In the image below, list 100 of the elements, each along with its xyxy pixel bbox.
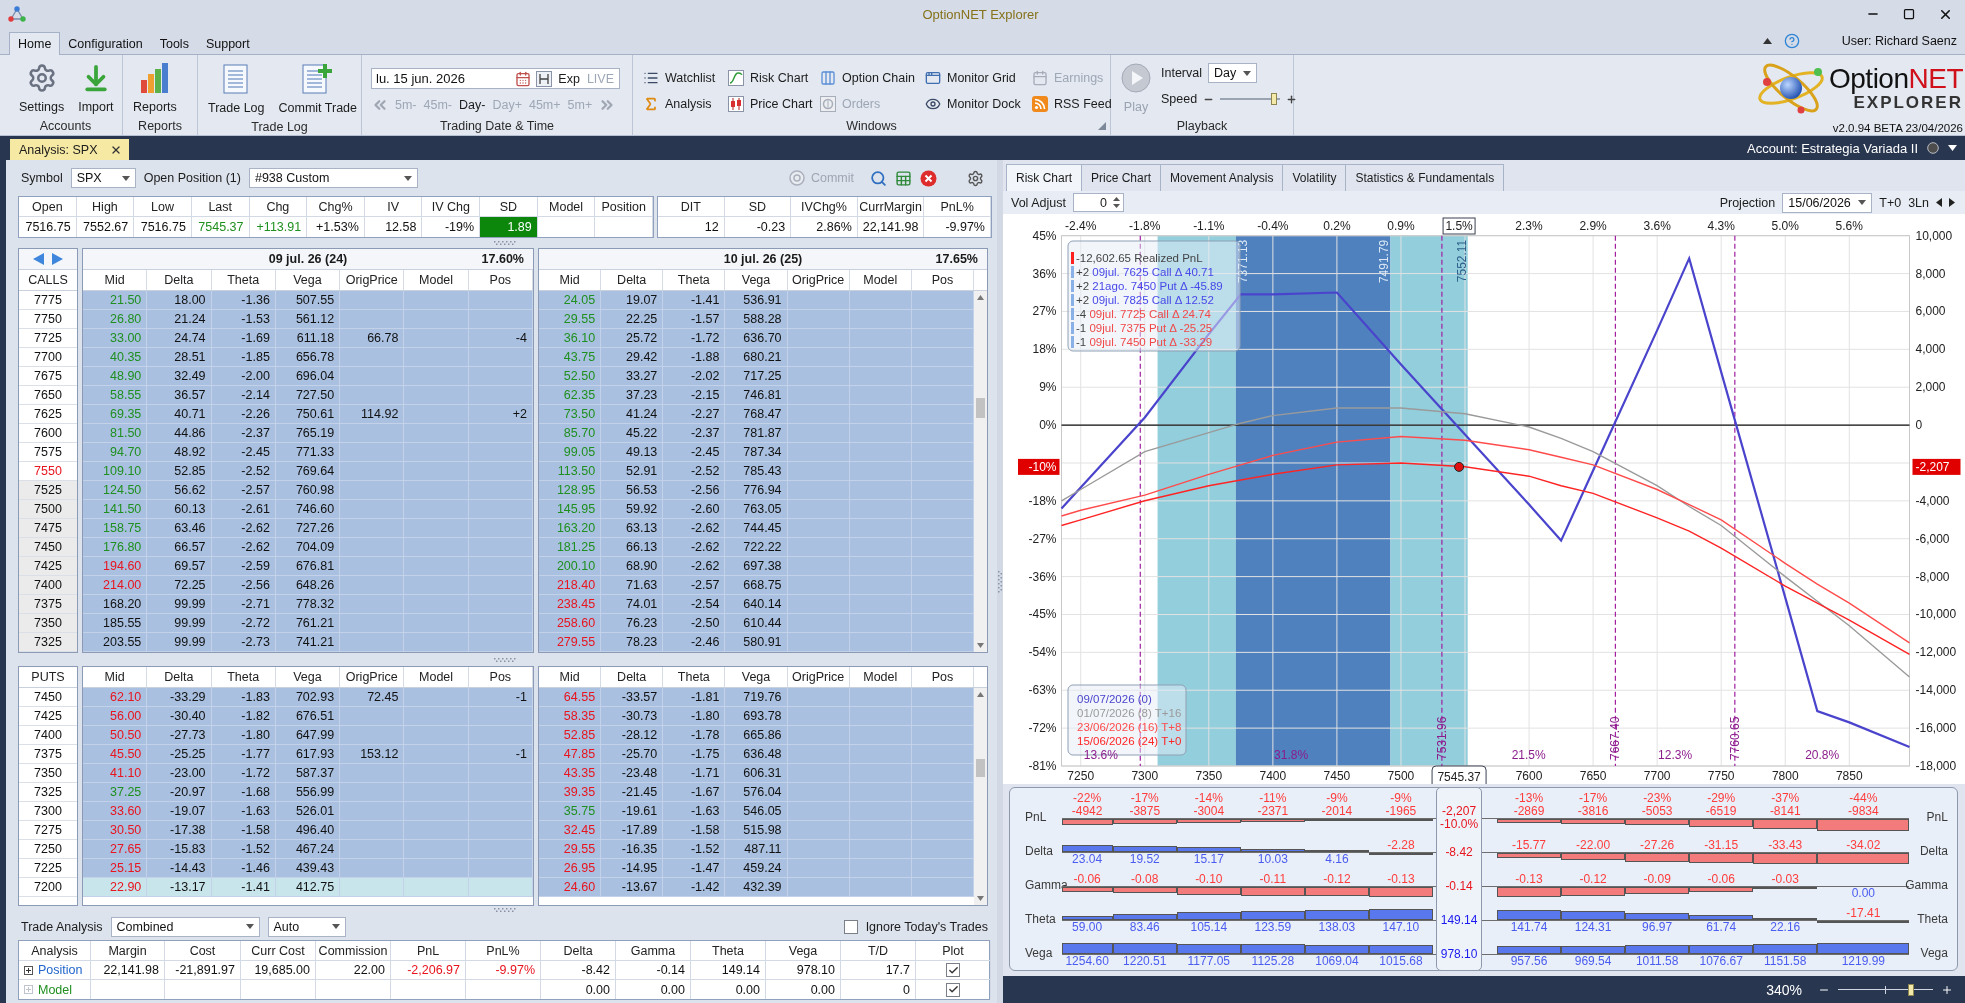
- strike-cell[interactable]: 7375: [19, 595, 77, 614]
- strike-cell[interactable]: 7400: [19, 576, 77, 595]
- ribbon-tab[interactable]: Tools: [150, 32, 198, 55]
- option-row[interactable]: 279.55 78.23 -2.46 580.91: [539, 633, 974, 652]
- chart-tab[interactable]: Risk Chart: [1006, 164, 1082, 191]
- scrollbar-thumb[interactable]: [976, 759, 985, 777]
- option-row[interactable]: 238.45 74.01 -2.54 640.14: [539, 595, 974, 614]
- candlestick-icon[interactable]: [728, 96, 744, 112]
- window-button[interactable]: RSS Feed: [1030, 94, 1114, 114]
- chart-tab[interactable]: Statistics & Fundamentals: [1345, 164, 1505, 191]
- date-field[interactable]: lu. 15 jun. 2026: [376, 71, 511, 86]
- option-row[interactable]: 36.10 25.72 -1.72 636.70: [539, 329, 974, 348]
- dropdown[interactable]: #938 Custom: [248, 168, 418, 188]
- option-row[interactable]: 45.50 -25.25 -1.77 617.93 153.12 -1: [83, 745, 533, 764]
- option-row[interactable]: 124.50 56.62 -2.57 760.98: [83, 481, 533, 500]
- option-row[interactable]: 85.70 45.22 -2.37 781.87: [539, 424, 974, 443]
- model-link[interactable]: Model: [38, 982, 73, 997]
- scrollbar-thumb[interactable]: [976, 398, 985, 418]
- checkbox[interactable]: [946, 963, 960, 977]
- sigma-icon[interactable]: [643, 96, 659, 112]
- window-button[interactable]: Analysis: [641, 94, 714, 114]
- option-row[interactable]: 33.00 24.74 -1.69 611.18 66.78 -4: [83, 329, 533, 348]
- ribbon-tab[interactable]: Support: [196, 32, 259, 55]
- option-row[interactable]: 29.55 22.25 -1.57 588.28: [539, 310, 974, 329]
- ribbon-tab[interactable]: Configuration: [59, 32, 152, 55]
- option-row[interactable]: 99.05 49.13 -2.45 787.34: [539, 443, 974, 462]
- option-row[interactable]: 43.35 -23.48 -1.71 606.31: [539, 764, 974, 783]
- list-icon[interactable]: [643, 70, 659, 86]
- option-row[interactable]: 56.00 -30.40 -1.82 676.51: [83, 707, 533, 726]
- option-row[interactable]: 32.45 -17.89 -1.58 515.98: [539, 821, 974, 840]
- strike-cell[interactable]: 7425: [19, 557, 77, 576]
- document-tab[interactable]: Analysis: SPX: [10, 139, 129, 160]
- ribbon-button[interactable]: Reports: [129, 60, 181, 117]
- option-row[interactable]: 200.10 68.90 -2.62 697.38: [539, 557, 974, 576]
- option-row[interactable]: 24.60 -13.67 -1.42 432.39: [539, 878, 974, 897]
- option-row[interactable]: 181.25 66.13 -2.62 722.22: [539, 538, 974, 557]
- option-row[interactable]: 30.50 -17.38 -1.58 496.40: [83, 821, 533, 840]
- option-row[interactable]: 64.55 -33.57 -1.81 719.76: [539, 688, 974, 707]
- checkbox[interactable]: [946, 982, 960, 997]
- option-row[interactable]: 168.20 99.99 -2.71 778.32: [83, 595, 533, 614]
- option-row[interactable]: 39.35 -21.45 -1.67 576.04: [539, 783, 974, 802]
- spin-down-icon[interactable]: [1112, 204, 1120, 208]
- option-row[interactable]: 214.00 72.25 -2.56 648.26: [83, 576, 533, 595]
- slider-thumb[interactable]: [1271, 93, 1278, 105]
- exp-button[interactable]: Exp: [557, 71, 581, 86]
- search-icon[interactable]: [870, 169, 887, 187]
- caret-down-icon[interactable]: [1948, 145, 1957, 151]
- option-row[interactable]: 145.95 59.92 -2.60 763.05: [539, 500, 974, 519]
- scroll-up-icon[interactable]: [977, 295, 984, 300]
- checkbox[interactable]: [843, 919, 858, 934]
- option-row[interactable]: 40.35 28.51 -1.85 656.78: [83, 348, 533, 367]
- window-button[interactable]: Option Chain: [818, 68, 917, 88]
- ribbon-button[interactable]: Trade Log: [204, 60, 269, 118]
- position-link[interactable]: Position: [38, 963, 83, 977]
- option-row[interactable]: 26.95 -14.95 -1.47 459.24: [539, 859, 974, 878]
- option-row[interactable]: 176.80 66.57 -2.62 704.09: [83, 538, 533, 557]
- scroll-down-icon[interactable]: [977, 896, 984, 901]
- columns-icon[interactable]: [820, 70, 836, 86]
- dropdown[interactable]: Day: [1208, 63, 1257, 83]
- dropdown[interactable]: Auto: [267, 916, 346, 937]
- option-row[interactable]: 81.50 44.86 -2.37 765.19: [83, 424, 533, 443]
- strike-cell[interactable]: 7525: [19, 481, 77, 500]
- option-row[interactable]: 113.50 52.91 -2.52 785.43: [539, 462, 974, 481]
- split-square-icon[interactable]: [536, 70, 553, 87]
- ribbon-button[interactable]: Commit Trade: [274, 60, 362, 118]
- splitter-grip-icon[interactable]: [494, 241, 516, 245]
- option-row[interactable]: 58.35 -30.73 -1.80 693.78: [539, 707, 974, 726]
- strike-cell[interactable]: 7350: [19, 614, 77, 633]
- option-row[interactable]: 185.55 99.99 -2.72 761.21: [83, 614, 533, 633]
- calendar-icon[interactable]: [515, 70, 532, 87]
- scroll-down-icon[interactable]: [977, 643, 984, 648]
- scrollbar[interactable]: [974, 291, 987, 652]
- option-row[interactable]: 62.10 -33.29 -1.83 702.93 72.45 -1: [83, 688, 533, 707]
- scroll-up-icon[interactable]: [977, 692, 984, 697]
- help-icon[interactable]: [1783, 33, 1800, 49]
- next-arrow-icon[interactable]: [1949, 198, 1955, 207]
- ribbon-tab[interactable]: Home: [9, 32, 61, 55]
- option-row[interactable]: 109.10 52.85 -2.52 769.64: [83, 462, 533, 481]
- option-row[interactable]: 21.50 18.00 -1.36 507.55: [83, 291, 533, 310]
- scrollbar[interactable]: [974, 688, 987, 905]
- strike-cell[interactable]: 7450: [19, 538, 77, 557]
- option-row[interactable]: 218.40 71.63 -2.57 668.75: [539, 576, 974, 595]
- option-row[interactable]: 50.50 -27.73 -1.80 647.99: [83, 726, 533, 745]
- option-row[interactable]: 33.60 -19.07 -1.63 526.01: [83, 802, 533, 821]
- option-row[interactable]: 62.35 37.23 -2.15 746.81: [539, 386, 974, 405]
- plus-icon[interactable]: [1286, 93, 1298, 105]
- expand-icon[interactable]: [24, 965, 33, 975]
- number-spinner[interactable]: 0: [1072, 193, 1124, 212]
- corner-arrow-icon[interactable]: [1098, 121, 1106, 130]
- option-row[interactable]: 48.90 32.49 -2.00 696.04: [83, 367, 533, 386]
- option-row[interactable]: 69.35 40.71 -2.26 750.61 114.92 +2: [83, 405, 533, 424]
- option-row[interactable]: 158.75 63.46 -2.62 727.26: [83, 519, 533, 538]
- step-button[interactable]: Day-: [458, 98, 487, 112]
- curve-chart-icon[interactable]: [728, 70, 744, 86]
- caret-up-icon[interactable]: [1762, 38, 1772, 44]
- window-button[interactable]: Watchlist: [641, 68, 718, 88]
- option-row[interactable]: 163.20 63.13 -2.62 744.45: [539, 519, 974, 538]
- maximize-icon[interactable]: [1903, 8, 1915, 20]
- spreadsheet-icon[interactable]: [895, 169, 912, 187]
- slider-thumb[interactable]: [1908, 983, 1915, 996]
